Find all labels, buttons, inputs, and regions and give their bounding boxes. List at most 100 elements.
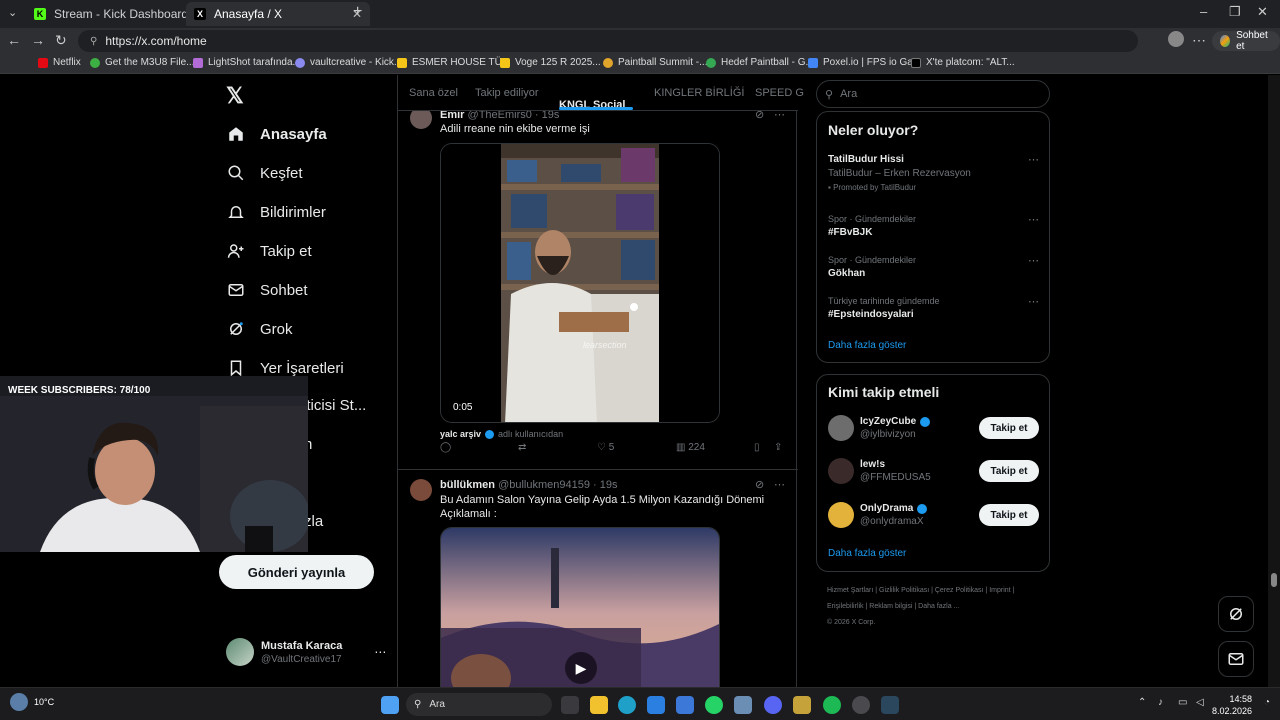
nav-explore[interactable]: Keşfet bbox=[226, 163, 303, 183]
follow-button[interactable]: Takip et bbox=[979, 504, 1039, 526]
nav-grok[interactable]: Grok bbox=[226, 319, 293, 339]
new-tab-button[interactable]: + bbox=[353, 3, 362, 21]
minimize-button[interactable]: – bbox=[1200, 4, 1207, 19]
post-button[interactable]: Gönderi yayınla bbox=[219, 555, 374, 589]
microphone-icon[interactable]: ♪ bbox=[1158, 697, 1163, 708]
trend-item[interactable]: Spor · Gündemdekiler Gökhan bbox=[828, 255, 916, 279]
follow-button[interactable]: Takip et bbox=[979, 460, 1039, 482]
volume-icon[interactable]: ◁ bbox=[1196, 697, 1204, 708]
clock[interactable]: 14:58 8.02.2026 bbox=[1212, 693, 1252, 717]
tweet-author[interactable]: büllükmen bbox=[440, 479, 495, 491]
play-icon[interactable]: ▶ bbox=[565, 652, 597, 684]
avatar[interactable] bbox=[410, 479, 432, 501]
taskbar-search[interactable]: ⚲ Ara bbox=[406, 693, 552, 716]
steam-icon[interactable] bbox=[881, 696, 899, 714]
follow-button[interactable]: Takip et bbox=[979, 417, 1039, 439]
search-input[interactable]: ⚲ Ara bbox=[816, 80, 1050, 108]
tab-kick-dashboard[interactable]: K Stream - Kick Dashboard ✕ bbox=[26, 2, 210, 26]
windows-start-icon[interactable] bbox=[381, 696, 399, 714]
bookmark-platcom[interactable]: X'te platcom: "ALT... bbox=[911, 57, 1015, 68]
more-icon[interactable]: ⋯ bbox=[1028, 254, 1039, 267]
file-explorer-icon[interactable] bbox=[590, 696, 608, 714]
video-player[interactable]: ▶ bbox=[440, 527, 720, 687]
url-input[interactable]: ⚲ https://x.com/home bbox=[78, 30, 1138, 52]
grok-float-button[interactable] bbox=[1218, 596, 1254, 632]
maximize-button[interactable]: ❐ bbox=[1229, 4, 1241, 20]
footer-text[interactable]: Hizmet Şartları | Gizlilik Politikası | … bbox=[827, 587, 1014, 610]
discord-icon[interactable] bbox=[764, 696, 782, 714]
bookmark-esmer-house[interactable]: ESMER HOUSE TÜ... bbox=[397, 57, 510, 68]
refresh-icon[interactable]: ↻ bbox=[55, 32, 67, 49]
show-more-link[interactable]: Daha fazla göster bbox=[828, 548, 906, 559]
tab-speed[interactable]: SPEED G bbox=[755, 87, 804, 99]
more-icon[interactable]: ⋯ bbox=[374, 645, 386, 659]
spotify-icon[interactable] bbox=[823, 696, 841, 714]
suggestion-row[interactable]: OnlyDrama @onlydramaX bbox=[828, 502, 928, 528]
app-icon[interactable] bbox=[793, 696, 811, 714]
x-logo-icon[interactable]: 𝕏 bbox=[226, 83, 244, 109]
bookmark-paintball-summit[interactable]: Paintball Summit -... bbox=[603, 57, 707, 68]
bookmark-icon[interactable]: ▯ bbox=[754, 442, 760, 453]
trend-item[interactable]: Türkiye tarihinde gündemde #Epsteindosya… bbox=[828, 296, 940, 320]
more-icon[interactable]: ⋯ bbox=[1028, 153, 1039, 166]
notification-icon[interactable]: ◔ bbox=[1264, 697, 1270, 708]
bookmark-vaultcreative[interactable]: vaultcreative - Kick... bbox=[295, 57, 402, 68]
mail-app-icon[interactable] bbox=[676, 696, 694, 714]
nav-notifications[interactable]: Bildirimler bbox=[226, 202, 326, 222]
more-icon[interactable]: ⋯ bbox=[1028, 213, 1039, 226]
store-icon[interactable] bbox=[647, 696, 665, 714]
edge-icon[interactable] bbox=[618, 696, 636, 714]
trend-item[interactable]: TatilBudur Hissi TatilBudur – Erken Reze… bbox=[828, 154, 971, 192]
like-button[interactable]: ♡ 5 bbox=[597, 442, 614, 453]
repost-icon[interactable]: ⇄ bbox=[518, 442, 526, 453]
weather-widget[interactable]: 10°C bbox=[10, 693, 54, 711]
nav-chat[interactable]: Sohbet bbox=[226, 280, 308, 300]
views-button[interactable]: ▥ 224 bbox=[676, 442, 705, 453]
forward-icon[interactable]: → bbox=[31, 32, 45, 48]
nav-creator-studio[interactable]: eticisi St... bbox=[298, 397, 366, 414]
trend-item[interactable]: Spor · Gündemdekiler #FBvBJK bbox=[828, 214, 916, 238]
profile-avatar-icon[interactable] bbox=[1168, 31, 1184, 47]
tab-kingler-birligi[interactable]: KINGLER BİRLİĞİ bbox=[654, 87, 744, 99]
messages-float-button[interactable] bbox=[1218, 641, 1254, 677]
bookmark-voge[interactable]: Voge 125 R 2025... bbox=[500, 57, 601, 68]
more-icon[interactable]: ⋯ bbox=[1192, 32, 1206, 49]
grok-icon[interactable]: ⊘ bbox=[755, 478, 764, 491]
bookmark-lightshot[interactable]: LightShot tarafında... bbox=[193, 57, 301, 68]
suggestion-row[interactable]: lew!s @FFMEDUSA5 bbox=[828, 458, 931, 484]
scrollbar-thumb[interactable] bbox=[1271, 573, 1277, 587]
nav-home[interactable]: Anasayfa bbox=[226, 124, 327, 144]
share-icon[interactable]: ⇪ bbox=[774, 442, 782, 453]
bookmark-poxel[interactable]: Poxel.io | FPS io Ga... bbox=[808, 57, 921, 68]
close-window-button[interactable]: ✕ bbox=[1257, 4, 1268, 20]
show-more-link[interactable]: Daha fazla göster bbox=[828, 340, 906, 351]
more-icon[interactable]: ⋯ bbox=[1028, 295, 1039, 308]
source-author[interactable]: yalc arşiv bbox=[440, 429, 481, 439]
network-icon[interactable]: ▭ bbox=[1178, 697, 1187, 708]
tab-following[interactable]: Takip ediliyor bbox=[475, 87, 539, 99]
tab-search-icon[interactable]: ⌄ bbox=[8, 6, 17, 19]
copilot-chat-button[interactable]: Sohbet et bbox=[1212, 30, 1280, 52]
task-view-icon[interactable] bbox=[561, 696, 579, 714]
tab-x-home[interactable]: X Anasayfa / X ✕ bbox=[186, 2, 370, 26]
chevron-up-icon[interactable]: ⌃ bbox=[1138, 697, 1146, 708]
account-switcher[interactable]: Mustafa Karaca @VaultCreative17 ⋯ bbox=[226, 638, 386, 666]
bookmark-hedef-paintball[interactable]: Hedef Paintball - G... bbox=[706, 57, 814, 68]
view-count: 224 bbox=[688, 441, 705, 453]
suggestion-row[interactable]: IcyZeyCube @iylbivizyon bbox=[828, 415, 931, 441]
app-icon[interactable] bbox=[734, 696, 752, 714]
more-icon[interactable]: ⋯ bbox=[774, 478, 785, 491]
address-bar-row: ← → ↻ ⚲ https://x.com/home ⋯ Sohbet et bbox=[0, 28, 1280, 54]
tab-for-you[interactable]: Sana özel bbox=[409, 87, 458, 99]
bookmark-m3u8[interactable]: Get the M3U8 File... bbox=[90, 57, 194, 68]
bookmark-netflix[interactable]: Netflix bbox=[38, 57, 81, 68]
reply-icon[interactable]: ◯ bbox=[440, 442, 451, 453]
verified-icon bbox=[917, 503, 928, 514]
back-icon[interactable]: ← bbox=[7, 32, 21, 48]
nav-bookmarks[interactable]: Yer İşaretleri bbox=[226, 358, 344, 378]
obs-icon[interactable] bbox=[852, 696, 870, 714]
video-player[interactable]: learsection 0:05 bbox=[440, 143, 720, 423]
page-scrollbar[interactable] bbox=[1268, 75, 1280, 687]
whatsapp-icon[interactable] bbox=[705, 696, 723, 714]
nav-follow[interactable]: Takip et bbox=[226, 241, 312, 261]
